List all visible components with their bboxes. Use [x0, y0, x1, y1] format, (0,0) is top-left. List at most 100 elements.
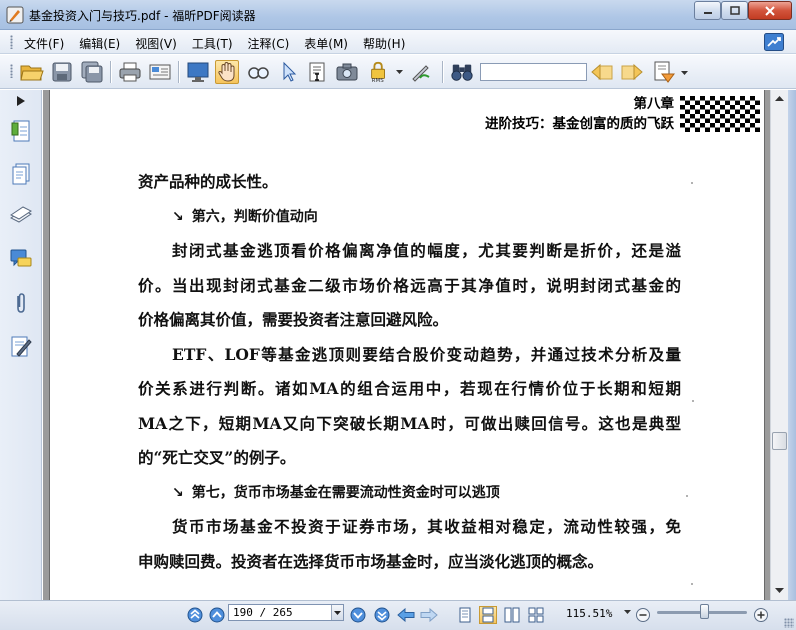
menu-forms[interactable]: 表单(M) — [304, 35, 348, 52]
scroll-up-arrow-icon — [775, 95, 784, 101]
window-right-edge — [788, 90, 796, 600]
bookmarks-icon[interactable] — [9, 119, 33, 143]
text-line: 货币市场基金不投资于证券市场，其收益相对稳定，流动性较强，免 — [172, 517, 681, 536]
pages-thumbnail-icon[interactable] — [9, 162, 33, 186]
chevron-down-icon[interactable] — [681, 71, 688, 76]
sign-button[interactable] — [409, 60, 433, 84]
find-next-button[interactable] — [620, 60, 644, 84]
scroll-down-button[interactable] — [771, 582, 788, 599]
continuous-facing-icon — [528, 607, 544, 623]
chapter-header: 第八章 进阶技巧：基金创富的质的飞跃 — [485, 94, 674, 134]
menu-comments[interactable]: 注释(C) — [248, 35, 290, 52]
print-button[interactable] — [118, 60, 142, 84]
forward-arrow-icon — [420, 608, 438, 622]
page-dropdown-button[interactable] — [331, 605, 343, 620]
last-page-button[interactable] — [373, 606, 391, 624]
title-bar: 基金投资入门与技巧.pdf - 福昕PDF阅读器 — [0, 0, 796, 30]
find-next-icon — [621, 63, 643, 81]
text-line: ETF、LOF等基金逃顶则要结合股价变动趋势，并通过技术分析及量 — [172, 344, 681, 364]
email-button[interactable] — [148, 60, 172, 84]
zoom-level[interactable]: 115.51% — [566, 607, 612, 620]
menu-edit[interactable]: 编辑(E) — [79, 35, 120, 52]
last-page-icon — [374, 607, 390, 623]
facing-pages-icon — [504, 607, 520, 623]
zoom-slider-knob[interactable] — [700, 604, 709, 619]
go-forward-button[interactable] — [420, 606, 438, 624]
toolbar-grip — [10, 64, 13, 78]
page-number-value: 190 / 265 — [233, 606, 293, 619]
find-prev-icon — [591, 63, 613, 81]
print-icon — [119, 62, 141, 82]
zoom-out-icon — [636, 608, 650, 622]
select-text-button[interactable] — [305, 60, 329, 84]
text-line: 申购赎回费。投资者在选择货币市场基金时，应当淡化逃顶的概念。 — [138, 551, 604, 571]
next-page-button[interactable] — [349, 606, 367, 624]
menu-view[interactable]: 视图(V) — [135, 35, 177, 52]
toolbar-separator — [178, 61, 180, 83]
signatures-icon[interactable] — [9, 334, 33, 358]
maximize-button[interactable] — [721, 1, 748, 20]
select-arrow-button[interactable] — [276, 60, 300, 84]
chevron-down-icon — [334, 610, 341, 615]
toolbar: RMS — [0, 55, 796, 89]
scroll-up-button[interactable] — [771, 90, 788, 107]
close-button[interactable] — [748, 1, 792, 20]
comments-icon[interactable] — [9, 248, 33, 272]
scan-speck — [691, 583, 693, 585]
close-icon — [765, 5, 775, 16]
chevron-down-icon[interactable] — [396, 70, 403, 75]
expand-panel-arrow-icon[interactable] — [6, 94, 36, 108]
previous-page-button[interactable] — [208, 606, 226, 624]
facing-view-button[interactable] — [503, 606, 521, 624]
vertical-scrollbar[interactable] — [770, 90, 788, 600]
maximize-icon — [729, 6, 740, 15]
open-button[interactable] — [20, 60, 44, 84]
text-line: 价关系进行判断。诸如MA的组合运用中，若现在行情价位于长期和短期 — [138, 379, 681, 398]
hand-tool-icon — [218, 61, 235, 82]
zoom-in-icon — [754, 608, 768, 622]
chapter-number: 第八章 — [633, 96, 675, 112]
menu-file[interactable]: 文件(F) — [24, 35, 64, 52]
menu-grip — [10, 35, 13, 49]
minimize-button[interactable] — [694, 1, 721, 20]
highlight-button[interactable] — [652, 60, 676, 84]
find-button[interactable] — [450, 60, 474, 84]
scroll-thumb[interactable] — [772, 432, 787, 450]
save-button[interactable] — [50, 60, 74, 84]
attachments-icon[interactable] — [9, 291, 33, 315]
fullscreen-icon — [187, 62, 209, 82]
fullscreen-button[interactable] — [186, 60, 210, 84]
menu-help[interactable]: 帮助(H) — [363, 35, 405, 52]
minimize-icon — [703, 11, 712, 14]
zoom-tool-button[interactable] — [246, 60, 270, 84]
menu-tools[interactable]: 工具(T) — [192, 35, 233, 52]
hand-tool-button[interactable] — [215, 60, 239, 84]
go-back-button[interactable] — [397, 606, 415, 624]
page-body-text: 资产品种的成长性。 ↘ 第六，判断价值动向 封闭式基金逃顶看价格偏离净值的幅度，尤其要… — [138, 165, 681, 579]
status-bar: 190 / 265 115.51% — [0, 600, 796, 630]
snapshot-icon — [336, 63, 358, 81]
navigation-panel — [0, 90, 42, 600]
update-icon[interactable] — [764, 33, 784, 51]
continuous-view-button[interactable] — [479, 606, 497, 624]
snapshot-button[interactable] — [335, 60, 359, 84]
save-as-button[interactable] — [80, 60, 104, 84]
page-number-field[interactable]: 190 / 265 — [228, 604, 344, 621]
next-page-icon — [350, 607, 366, 623]
zoom-in-button[interactable] — [752, 606, 770, 624]
rms-lock-icon: RMS — [371, 61, 385, 84]
continuous-facing-view-button[interactable] — [527, 606, 545, 624]
single-page-view-button[interactable] — [456, 606, 474, 624]
resize-grip[interactable] — [784, 618, 794, 628]
first-page-button[interactable] — [186, 606, 204, 624]
find-previous-button[interactable] — [590, 60, 614, 84]
find-input[interactable] — [480, 63, 587, 81]
text-line: 的“死亡交叉”的例子。 — [138, 448, 296, 467]
save-icon — [52, 62, 72, 82]
document-viewport[interactable]: 第八章 进阶技巧：基金创富的质的飞跃 资产品种的成长性。 ↘ 第六，判断价值动向 封闭… — [43, 90, 770, 600]
rms-protect-button[interactable]: RMS — [367, 60, 391, 84]
layers-icon[interactable] — [9, 204, 33, 228]
chevron-down-icon[interactable] — [624, 610, 631, 615]
section-heading: ↘ 第七，货币市场基金在需要流动性资金时可以逃顶 — [138, 476, 681, 511]
zoom-out-button[interactable] — [634, 606, 652, 624]
